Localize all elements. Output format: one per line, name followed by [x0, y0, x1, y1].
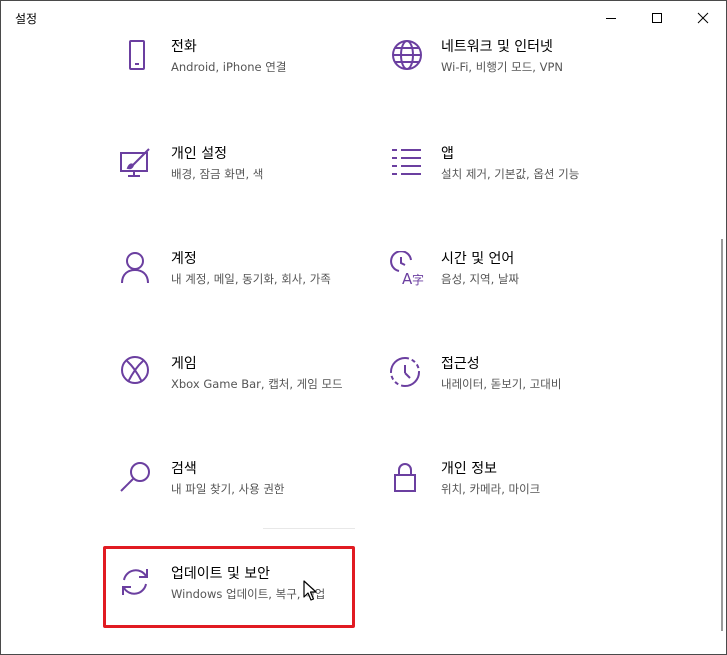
- title-bar: 설정: [1, 1, 726, 35]
- tile-title: 검색: [171, 461, 197, 477]
- tile-title: 전화: [171, 39, 197, 55]
- tile-description: Xbox Game Bar, 캡처, 게임 모드: [171, 377, 343, 391]
- tile-title: 앱: [441, 146, 454, 162]
- time-language-icon: A 字: [389, 251, 425, 287]
- lock-icon: [389, 461, 425, 497]
- mouse-cursor-icon: [303, 580, 317, 601]
- tile-title: 접근성: [441, 356, 480, 372]
- tile-description: 내레이터, 돋보기, 고대비: [441, 377, 562, 391]
- highlight-box: [103, 546, 355, 628]
- tile-description: 음성, 지역, 날짜: [441, 272, 520, 286]
- maximize-button[interactable]: [634, 1, 680, 35]
- tile-title: 개인 정보: [441, 461, 497, 477]
- tile-hover-shadow: [263, 528, 355, 529]
- tile-title: 개인 설정: [171, 146, 227, 162]
- tile-apps[interactable]: 앱 설치 제거, 기본값, 옵션 기능: [375, 146, 615, 226]
- tile-ease-of-access[interactable]: 접근성 내레이터, 돋보기, 고대비: [375, 356, 615, 436]
- tile-description: 내 계정, 메일, 동기화, 회사, 가족: [171, 272, 331, 286]
- tile-title: 계정: [171, 251, 197, 267]
- maximize-icon: [652, 13, 662, 23]
- tile-description: 내 파일 찾기, 사용 권한: [171, 482, 285, 496]
- tile-description: 배경, 잠금 화면, 색: [171, 167, 264, 181]
- tile-title: 네트워크 및 인터넷: [441, 39, 553, 55]
- tile-network[interactable]: 네트워크 및 인터넷 Wi-Fi, 비행기 모드, VPN: [375, 39, 615, 119]
- apps-list-icon: [389, 146, 425, 182]
- tile-title: 게임: [171, 356, 197, 372]
- minimize-icon: [606, 18, 616, 19]
- tile-phone[interactable]: 전화 Android, iPhone 연결: [105, 39, 345, 119]
- scrollbar[interactable]: [721, 239, 723, 631]
- settings-window: 설정 전화 Android, iPhone 연결 네트워크 및 인터넷 Wi-F…: [0, 0, 727, 655]
- tile-title: 시간 및 언어: [441, 251, 515, 267]
- close-button[interactable]: [680, 1, 726, 35]
- svg-text:字: 字: [412, 272, 424, 287]
- tile-personalization[interactable]: 개인 설정 배경, 잠금 화면, 색: [105, 146, 345, 226]
- person-icon: [119, 251, 155, 287]
- tile-gaming[interactable]: 게임 Xbox Game Bar, 캡처, 게임 모드: [105, 356, 345, 436]
- minimize-button[interactable]: [588, 1, 634, 35]
- close-icon: [697, 12, 709, 24]
- xbox-icon: [119, 356, 155, 392]
- tile-description: 위치, 카메라, 마이크: [441, 482, 541, 496]
- tile-privacy[interactable]: 개인 정보 위치, 카메라, 마이크: [375, 461, 615, 541]
- ease-of-access-icon: [389, 356, 425, 392]
- tile-time-language[interactable]: A 字 시간 및 언어 음성, 지역, 날짜: [375, 251, 615, 331]
- globe-icon: [389, 39, 425, 75]
- tile-description: Android, iPhone 연결: [171, 60, 287, 74]
- phone-icon: [119, 39, 155, 75]
- tile-description: 설치 제거, 기본값, 옵션 기능: [441, 167, 580, 181]
- tile-description: Wi-Fi, 비행기 모드, VPN: [441, 60, 564, 74]
- tile-accounts[interactable]: 계정 내 계정, 메일, 동기화, 회사, 가족: [105, 251, 345, 331]
- tile-search[interactable]: 검색 내 파일 찾기, 사용 권한: [105, 461, 345, 541]
- search-icon: [119, 461, 155, 497]
- window-title: 설정: [15, 12, 38, 26]
- personalization-icon: [119, 146, 155, 182]
